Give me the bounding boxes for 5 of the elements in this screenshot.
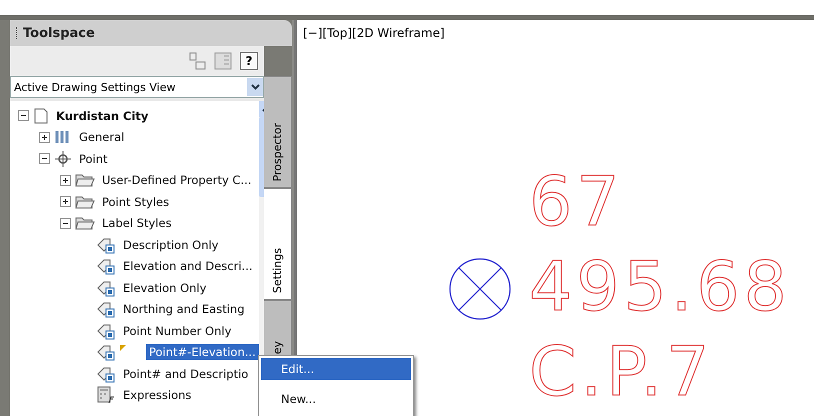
point-label-text: C.P.7 <box>529 333 714 412</box>
point-label-text: 495.68 <box>529 248 791 327</box>
panel-title: Toolspace <box>23 26 95 40</box>
viewport-label: [−][Top][2D Wireframe] <box>303 26 445 40</box>
point-label-text: 67 <box>529 163 624 242</box>
